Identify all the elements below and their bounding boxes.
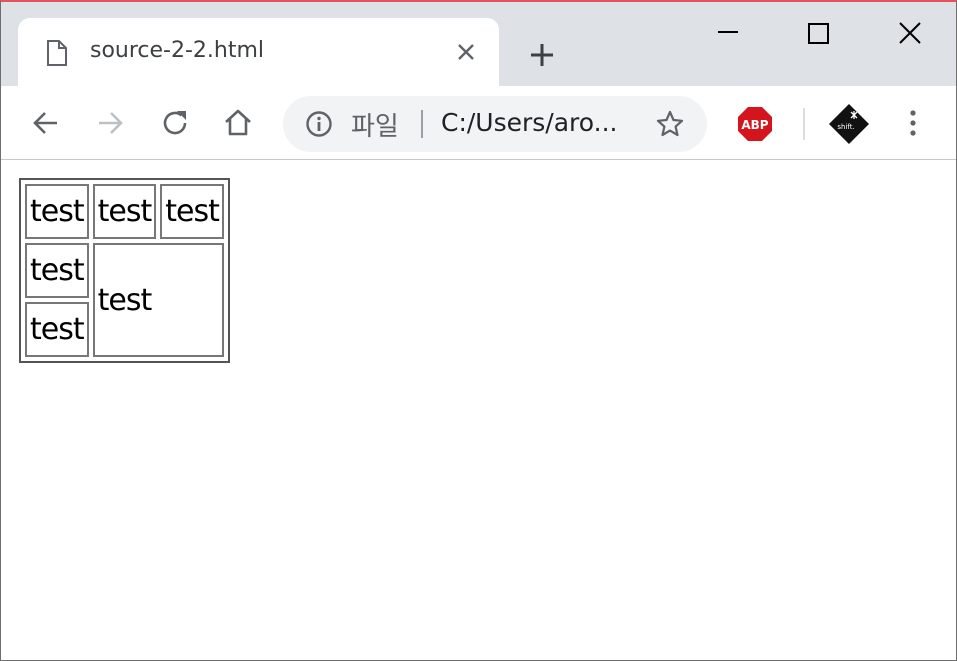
maximize-icon[interactable] [800,16,836,52]
info-icon[interactable] [305,110,333,138]
table-cell: test [92,184,157,239]
tab-active[interactable]: source-2-2.html [18,18,499,86]
document-icon [47,40,67,66]
more-menu-icon[interactable] [899,106,927,140]
address-bar[interactable]: 파일 C:/Users/aro... [283,96,707,152]
table-row: test test [25,243,224,357]
scheme-label: 파일 [351,112,399,142]
tab-title: source-2-2.html [90,38,265,63]
table-cell-merged: test [92,243,224,357]
back-arrow-icon[interactable] [29,106,63,140]
tab-close-icon[interactable] [454,40,478,64]
home-icon[interactable] [221,106,255,140]
tab-strip: source-2-2.html [1,2,956,86]
page-viewport: test test test test test test [1,161,956,660]
shift-extension-icon[interactable]: shift. [827,102,871,146]
close-icon[interactable] [892,16,928,52]
table-cell: test [25,184,89,239]
bookmark-star-icon[interactable] [655,109,685,139]
table-row: test test test [25,184,224,239]
abp-label: ABP [741,118,768,132]
omnibox-separator [421,110,423,138]
browser-window: source-2-2.html 파일 C:/Users/aro... ABP s… [0,0,957,661]
table-cell: test [25,302,89,357]
new-tab-icon[interactable] [527,40,557,70]
shift-label: shift. [837,123,854,131]
toolbar-separator [803,108,805,140]
adblock-plus-icon[interactable]: ABP [737,106,773,142]
demo-table: test test test test test test [19,178,230,363]
minimize-icon[interactable] [710,16,746,52]
table-cell: test [160,184,224,239]
toolbar: 파일 C:/Users/aro... ABP shift. [1,86,956,160]
forward-arrow-icon[interactable] [93,106,127,140]
reload-icon[interactable] [158,106,192,140]
table-cell: test [25,243,89,298]
url-text[interactable]: C:/Users/aro... [441,108,617,137]
